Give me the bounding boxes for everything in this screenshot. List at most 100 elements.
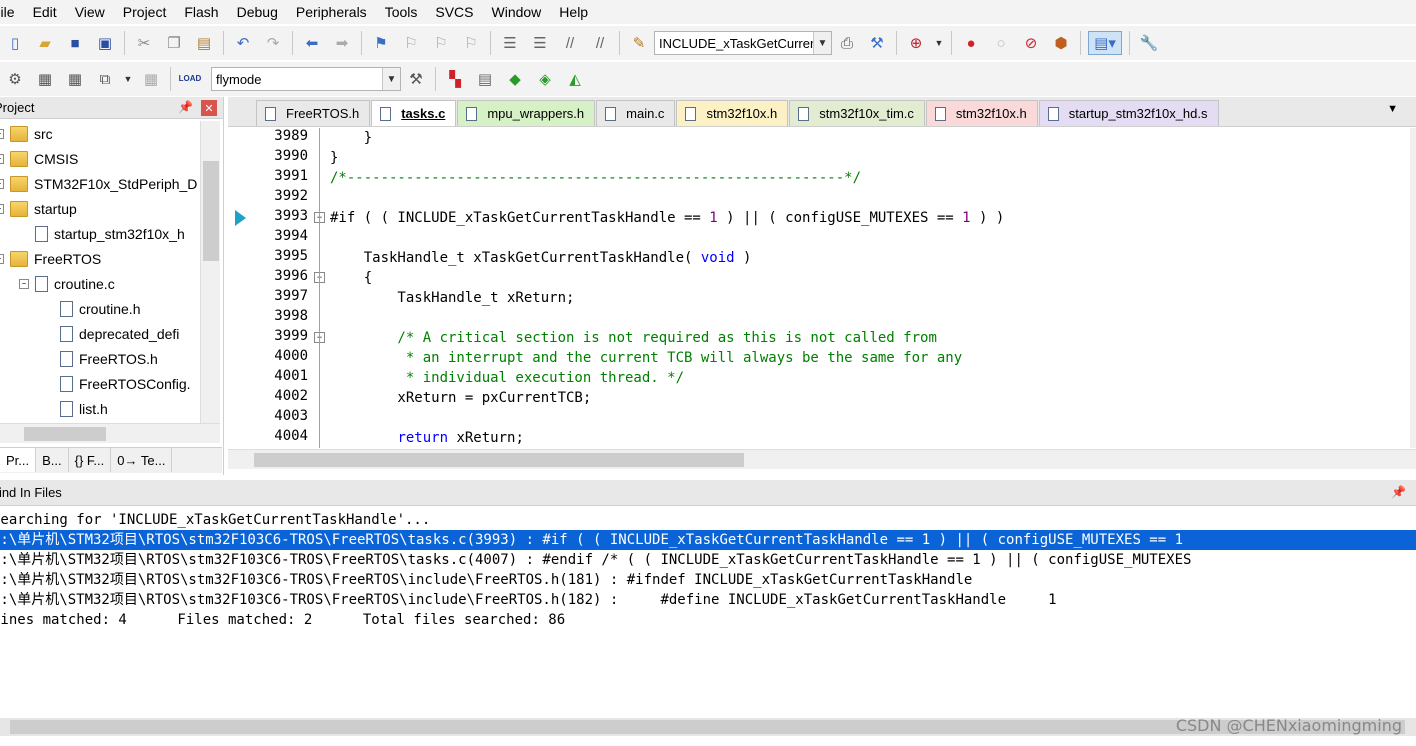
tree-item[interactable]: + startup <box>0 196 77 221</box>
target-combo[interactable]: flymode ▼ <box>211 67 401 91</box>
scrollbar-thumb[interactable] <box>203 161 219 261</box>
menu-file[interactable]: File <box>0 1 24 23</box>
chevron-down-icon[interactable]: ▼ <box>934 31 944 55</box>
disable-all-breakpoints-icon[interactable]: ⊘ <box>1019 31 1043 55</box>
chevron-down-icon[interactable]: ▼ <box>813 32 831 54</box>
stop-build-icon[interactable]: ▦ <box>139 67 163 91</box>
copy-icon[interactable]: ❐ <box>162 31 186 55</box>
select-pack-icon[interactable]: ◈ <box>533 67 557 91</box>
expand-toggle-icon[interactable]: + <box>0 203 4 214</box>
menu-svcs[interactable]: SVCS <box>426 1 482 23</box>
tree-vertical-scrollbar[interactable] <box>200 121 220 429</box>
batch-build-icon[interactable]: ⧉ <box>93 67 117 91</box>
redo-icon[interactable]: ↷ <box>261 31 285 55</box>
save-all-icon[interactable]: ▣ <box>93 31 117 55</box>
pin-icon[interactable]: 📌 <box>1391 485 1406 499</box>
chevron-down-icon[interactable]: ▼ <box>382 68 400 90</box>
tree-item[interactable]: FreeRTOS.h <box>44 346 158 371</box>
expand-toggle-icon[interactable]: + <box>0 178 4 189</box>
pane-tab[interactable]: B... <box>36 448 69 472</box>
kill-breakpoints-icon[interactable]: ⬢ <box>1049 31 1073 55</box>
clear-bookmarks-icon[interactable]: ⚐ <box>459 31 483 55</box>
menu-flash[interactable]: Flash <box>175 1 227 23</box>
find-combo[interactable]: INCLUDE_xTaskGetCurrer ▼ <box>654 31 832 55</box>
cut-icon[interactable]: ✂ <box>132 31 156 55</box>
tree-item[interactable]: FreeRTOSConfig. <box>44 371 191 396</box>
scrollbar-thumb[interactable] <box>254 453 744 467</box>
download-icon[interactable]: LOAD <box>178 67 202 91</box>
window-layout-icon[interactable]: ▤▾ <box>1088 31 1122 55</box>
build-icon[interactable]: ▦ <box>33 67 57 91</box>
tree-item[interactable]: − croutine.c <box>19 271 115 296</box>
rebuild-icon[interactable]: ▦ <box>63 67 87 91</box>
run-time-environment-icon[interactable]: ◭ <box>563 67 587 91</box>
code-area[interactable]: }} /*------------------------------------… <box>330 128 1400 448</box>
file-tab[interactable]: stm32f10x.h <box>925 100 1038 126</box>
menu-project[interactable]: Project <box>114 1 176 23</box>
tree-item[interactable]: croutine.h <box>44 296 140 321</box>
target-options-icon[interactable]: ⚒ <box>404 67 428 91</box>
scrollbar-thumb[interactable] <box>24 427 106 441</box>
tree-item[interactable]: deprecated_defi <box>44 321 179 346</box>
manage-packs-icon[interactable]: ◆ <box>503 67 527 91</box>
translate-icon[interactable]: ⚙ <box>3 67 27 91</box>
find-in-files-icon[interactable]: ✎ <box>627 31 651 55</box>
close-icon[interactable]: ✕ <box>201 100 217 116</box>
next-bookmark-icon[interactable]: ⚐ <box>429 31 453 55</box>
find-icon[interactable]: ⎙ <box>835 31 859 55</box>
open-folder-icon[interactable]: ▰ <box>33 31 57 55</box>
expand-toggle-icon[interactable]: + <box>0 253 4 264</box>
navigate-back-icon[interactable]: ⬅ <box>300 31 324 55</box>
menu-edit[interactable]: Edit <box>24 1 66 23</box>
tree-item[interactable]: + CMSIS <box>0 146 78 171</box>
uncomment-icon[interactable]: // <box>588 31 612 55</box>
expand-toggle-icon[interactable]: + <box>0 153 4 164</box>
manage-components-icon[interactable]: ▚ <box>443 67 467 91</box>
editor-horizontal-scrollbar[interactable] <box>228 449 1416 469</box>
indent-icon[interactable]: ☰ <box>498 31 522 55</box>
tree-horizontal-scrollbar[interactable] <box>0 423 220 443</box>
save-icon[interactable]: ■ <box>63 31 87 55</box>
debug-session-icon[interactable]: ⊕ <box>904 31 928 55</box>
tree-item[interactable]: + STM32F10x_StdPeriph_D <box>0 171 197 196</box>
menu-debug[interactable]: Debug <box>228 1 287 23</box>
incremental-find-icon[interactable]: ⚒ <box>865 31 889 55</box>
pin-icon[interactable]: 📌 <box>178 100 193 114</box>
collapse-toggle-icon[interactable]: − <box>19 278 29 289</box>
find-result-line[interactable]: E:\单片机\STM32项目\RTOS\stm32F103C6-TROS\Fre… <box>0 570 1416 590</box>
menu-tools[interactable]: Tools <box>376 1 427 23</box>
tab-list-dropdown-icon[interactable]: ▼ <box>1387 103 1398 115</box>
file-tab[interactable]: startup_stm32f10x_hd.s <box>1038 100 1219 126</box>
expand-toggle-icon[interactable]: + <box>0 128 4 139</box>
disable-breakpoint-icon[interactable]: ○ <box>989 31 1013 55</box>
file-tab[interactable]: stm32f10x_tim.c <box>789 100 925 126</box>
prev-bookmark-icon[interactable]: ⚐ <box>399 31 423 55</box>
find-result-line[interactable]: E:\单片机\STM32项目\RTOS\stm32F103C6-TROS\Fre… <box>0 550 1416 570</box>
file-tab[interactable]: main.c <box>596 100 676 126</box>
paste-icon[interactable]: ▤ <box>192 31 216 55</box>
find-result-line[interactable]: E:\单片机\STM32项目\RTOS\stm32F103C6-TROS\Fre… <box>0 530 1416 550</box>
unindent-icon[interactable]: ☰ <box>528 31 552 55</box>
pane-tab[interactable]: {} F... <box>69 448 112 472</box>
menu-view[interactable]: View <box>66 1 114 23</box>
menu-window[interactable]: Window <box>483 1 551 23</box>
bookmark-icon[interactable]: ⚑ <box>369 31 393 55</box>
file-extensions-icon[interactable]: ▤ <box>473 67 497 91</box>
file-tab[interactable]: FreeRTOS.h <box>256 100 371 126</box>
undo-icon[interactable]: ↶ <box>231 31 255 55</box>
navigate-forward-icon[interactable]: ➡ <box>330 31 354 55</box>
file-tab[interactable]: tasks.c <box>371 100 457 126</box>
chevron-down-icon[interactable]: ▼ <box>123 67 133 91</box>
configure-icon[interactable]: 🔧 <box>1137 31 1161 55</box>
tree-item[interactable]: startup_stm32f10x_h <box>19 221 185 246</box>
find-result-line[interactable]: E:\单片机\STM32项目\RTOS\stm32F103C6-TROS\Fre… <box>0 590 1416 610</box>
menu-peripherals[interactable]: Peripherals <box>287 1 376 23</box>
editor-vertical-scrollbar[interactable] <box>1410 128 1416 448</box>
file-tab[interactable]: mpu_wrappers.h <box>457 100 596 126</box>
new-file-icon[interactable]: ▯ <box>3 31 27 55</box>
tree-item[interactable]: list.h <box>44 396 108 421</box>
tree-item[interactable]: + FreeRTOS <box>0 246 101 271</box>
file-tab[interactable]: stm32f10x.h <box>676 100 789 126</box>
pane-tab[interactable]: Pr... <box>0 448 37 472</box>
breakpoint-icon[interactable]: ● <box>959 31 983 55</box>
